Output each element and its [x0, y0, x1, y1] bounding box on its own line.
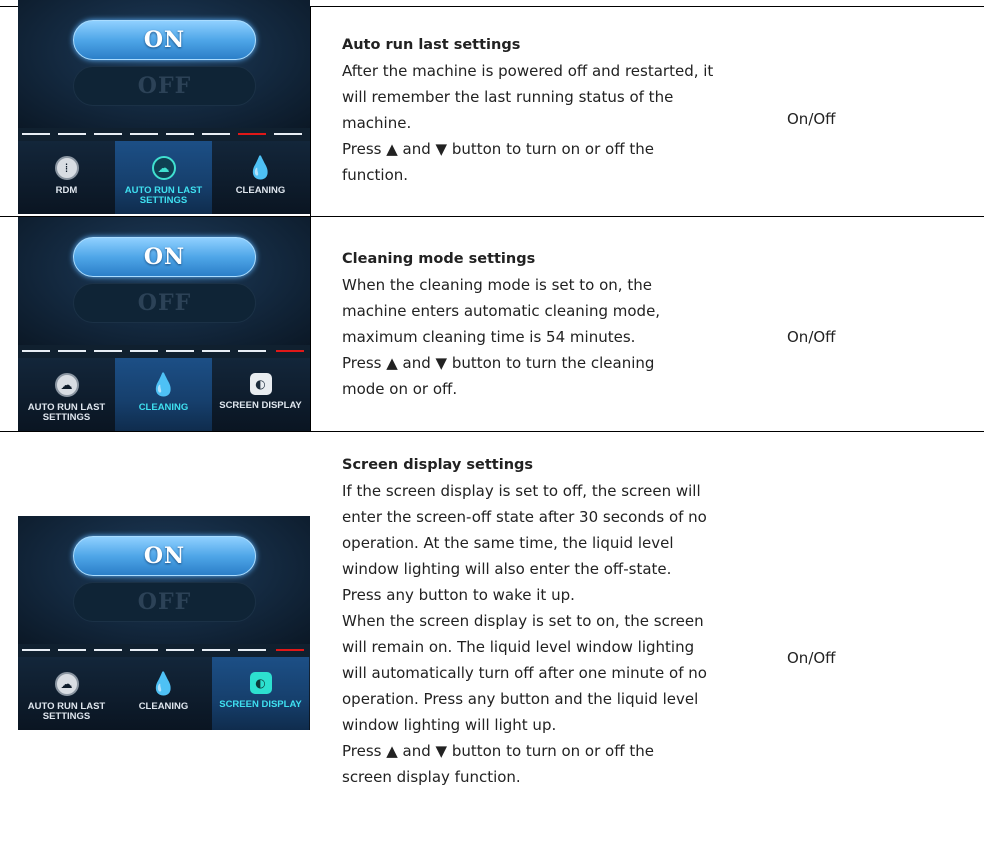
description-line: window lighting will also enter the off-…	[342, 560, 672, 578]
description-line: When the screen display is set to on, th…	[342, 612, 704, 630]
description-line: When the cleaning mode is set to on, the	[342, 276, 652, 294]
cleaning-icon: 💧	[149, 671, 178, 697]
description-line: operation. At the same time, the liquid …	[342, 534, 674, 552]
description-line: window lighting will light up.	[342, 716, 557, 734]
description-line: machine.	[342, 114, 412, 132]
screen-display-icon: ◐	[249, 373, 272, 395]
description-line: Press any button to wake it up.	[342, 586, 575, 604]
device-screen: ON OFF ⁞ RDM ☁ AUTO RUN LAST SETTINGS 💧 …	[18, 0, 310, 214]
setting-value: On/Off	[787, 110, 836, 128]
off-option: OFF	[73, 582, 256, 622]
tab-label: SCREEN DISPLAY	[219, 699, 302, 710]
description-line: will remember the last running status of…	[342, 88, 674, 106]
screen-display-icon: ◐	[249, 672, 272, 694]
description-line: will remain on. The liquid level window …	[342, 638, 695, 656]
tab-label: AUTO RUN LAST SETTINGS	[124, 185, 203, 206]
table-row: ON OFF ☁ AUTO RUN LAST SETTINGS 💧 CLEANI…	[0, 216, 984, 431]
tab-label: AUTO RUN LAST SETTINGS	[27, 701, 106, 722]
description-line: function.	[342, 166, 409, 184]
description-line: Press ▲ and ▼ button to turn on or off t…	[342, 140, 654, 158]
table-row: ON OFF ⁞ RDM ☁ AUTO RUN LAST SETTINGS 💧 …	[0, 0, 984, 216]
auto-run-icon: ☁	[54, 373, 79, 397]
setting-value: On/Off	[787, 328, 836, 346]
cleaning-icon: 💧	[246, 155, 275, 181]
tab-label: CLEANING	[235, 185, 286, 196]
description-line: Press ▲ and ▼ button to turn the cleanin…	[342, 354, 655, 372]
table-row: ON OFF ☁ AUTO RUN LAST SETTINGS 💧 CLEANI…	[0, 431, 984, 861]
on-option: ON	[73, 237, 256, 277]
tab-label: RDM	[55, 185, 78, 196]
off-option: OFF	[73, 283, 256, 323]
setting-title: Auto run last settings	[342, 37, 521, 53]
device-screen: ON OFF ☁ AUTO RUN LAST SETTINGS 💧 CLEANI…	[18, 516, 310, 730]
menu-position-indicator	[18, 345, 310, 358]
device-screen: ON OFF ☁ AUTO RUN LAST SETTINGS 💧 CLEANI…	[18, 217, 310, 431]
setting-description: Cleaning mode settings When the cleaning…	[342, 246, 762, 402]
tab-label: CLEANING	[138, 701, 189, 712]
rdm-icon: ⁞	[54, 156, 79, 180]
setting-value: On/Off	[787, 649, 836, 667]
description-line: mode on or off.	[342, 380, 458, 398]
auto-run-icon: ☁	[54, 672, 79, 696]
menu-position-indicator	[18, 128, 310, 141]
menu-position-indicator	[18, 644, 310, 657]
setting-title: Cleaning mode settings	[342, 251, 536, 267]
description-line: operation. Press any button and the liqu…	[342, 690, 699, 708]
description-line: enter the screen-off state after 30 seco…	[342, 508, 707, 526]
description-line: machine enters automatic cleaning mode,	[342, 302, 661, 320]
description-line: If the screen display is set to off, the…	[342, 482, 701, 500]
tab-label: CLEANING	[138, 402, 189, 413]
cleaning-icon: 💧	[149, 372, 178, 398]
off-option: OFF	[73, 66, 256, 106]
description-line: screen display function.	[342, 768, 521, 786]
description-line: Press ▲ and ▼ button to turn on or off t…	[342, 742, 654, 760]
setting-title: Screen display settings	[342, 457, 534, 473]
on-option: ON	[73, 536, 256, 576]
description-line: will automatically turn off after one mi…	[342, 664, 707, 682]
description-line: After the machine is powered off and res…	[342, 62, 714, 80]
on-option: ON	[73, 20, 256, 60]
tab-label: AUTO RUN LAST SETTINGS	[27, 402, 106, 423]
auto-run-icon: ☁	[151, 156, 176, 180]
description-line: maximum cleaning time is 54 minutes.	[342, 328, 636, 346]
setting-description: Screen display settings If the screen di…	[342, 452, 762, 790]
tab-label: SCREEN DISPLAY	[219, 400, 302, 411]
setting-description: Auto run last settings After the machine…	[342, 32, 762, 188]
